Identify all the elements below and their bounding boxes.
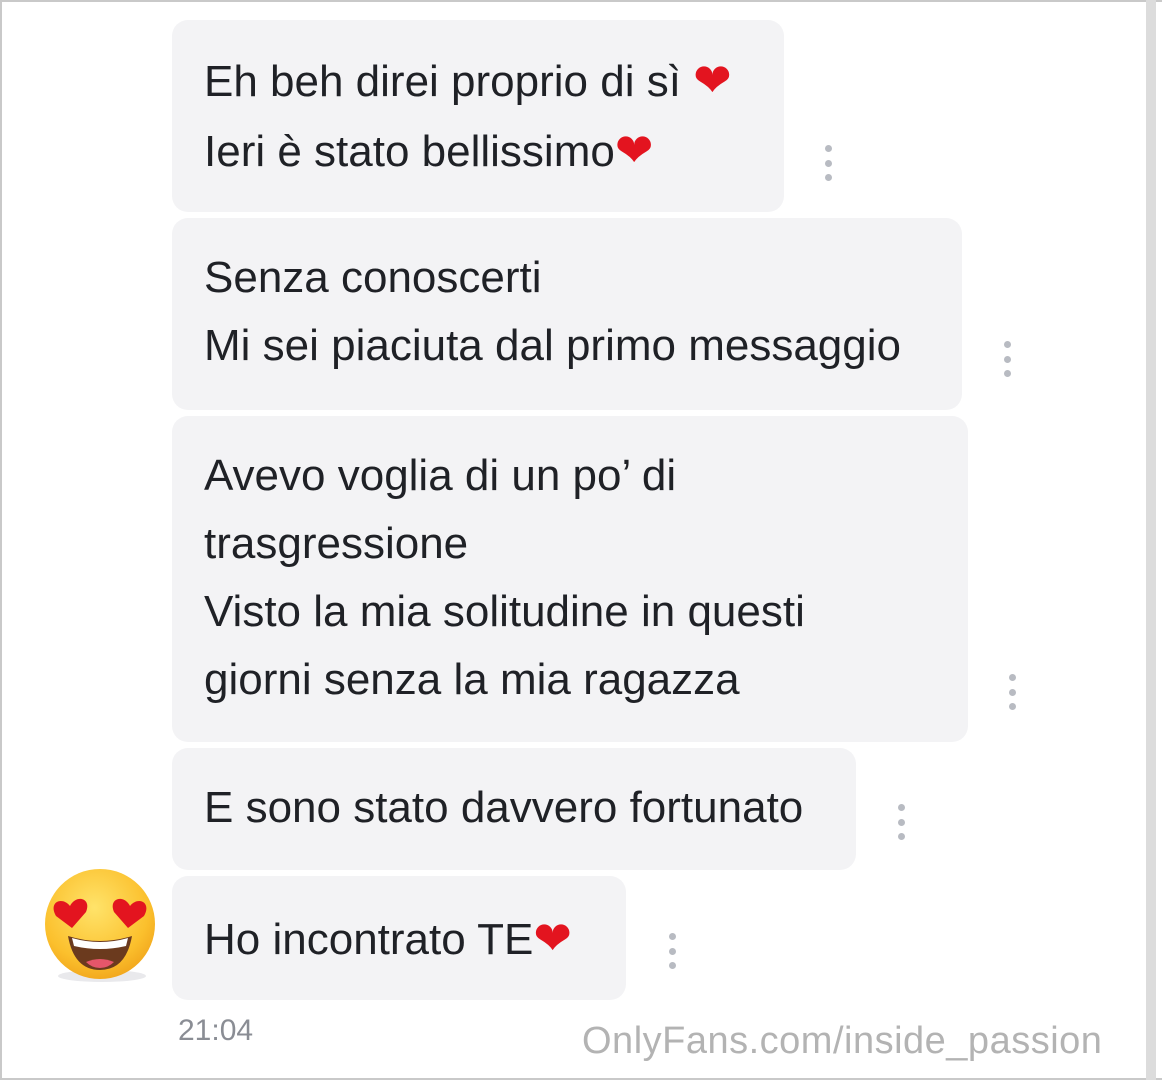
message-line: Senza conoscerti [204,253,542,302]
message-line: E sono stato davvero fortunato [204,783,804,832]
message-line: Visto la mia solitudine in questi [204,587,805,636]
message-line: Avevo voglia di un po’ di [204,451,677,500]
more-vertical-icon[interactable] [823,145,833,181]
watermark: OnlyFans.com/inside_passion [582,1020,1103,1062]
more-vertical-icon[interactable] [667,933,677,969]
message-bubble[interactable]: Ho incontrato TE❤ [172,876,626,1000]
more-vertical-icon[interactable] [896,804,906,840]
message-bubble[interactable]: Senza conoscerti Mi sei piaciuta dal pri… [172,218,962,410]
message-line: Mi sei piaciuta dal primo messaggio [204,321,901,370]
message-line: Eh beh direi proprio di sì ❤ [204,53,732,107]
scrollbar[interactable] [1146,0,1156,1080]
heart-emoji-icon: ❤ [533,911,572,965]
message-bubble[interactable]: E sono stato davvero fortunato [172,748,856,870]
frame-border-left [0,0,2,1080]
heart-eyes-emoji-icon [45,869,155,982]
message-line: giorni senza la mia ragazza [204,655,740,704]
more-vertical-icon[interactable] [1002,341,1012,377]
message-bubble[interactable]: Eh beh direi proprio di sì ❤ Ieri è stat… [172,20,784,212]
message-line: trasgressione [204,519,469,568]
more-vertical-icon[interactable] [1007,674,1017,710]
heart-emoji-icon: ❤ [614,123,654,177]
message-line: Ieri è stato bellissimo❤ [204,123,654,177]
heart-emoji-icon: ❤ [693,53,732,107]
message-bubble[interactable]: Avevo voglia di un po’ di trasgressione … [172,416,968,742]
avatar[interactable] [42,866,160,984]
message-line: Ho incontrato TE❤ [204,911,572,965]
message-timestamp: 21:04 [178,1014,254,1047]
frame-border-top [0,0,1162,2]
